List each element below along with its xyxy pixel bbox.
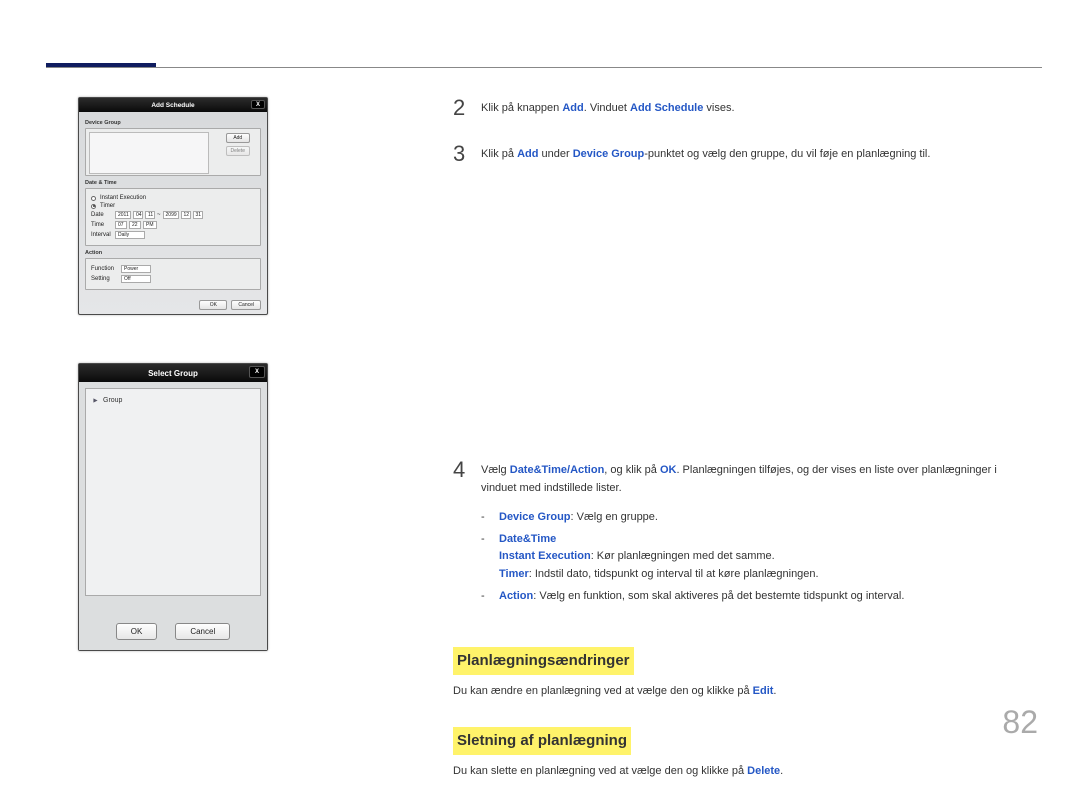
section-changes: Planlægningsændringer Du kan ændre en pl…	[453, 633, 1024, 701]
kw-add: Add	[562, 102, 583, 114]
function-row: Function Power	[91, 265, 255, 273]
device-group-label: Device Group	[85, 120, 261, 126]
close-icon[interactable]: X	[249, 366, 265, 378]
section-delete: Sletning af planlægning Du kan slette en…	[453, 713, 1024, 781]
page-number: 82	[1002, 704, 1038, 741]
datetime-panel: Instant Execution Timer Date 2011 04 11 …	[85, 188, 261, 246]
time-label: Time	[91, 222, 113, 228]
select-group-footer: OK Cancel	[79, 615, 267, 650]
kw-delete: Delete	[747, 765, 780, 777]
changes-text: Du kan ændre en planlægning ved at vælge…	[453, 683, 1024, 701]
select-group-title: Select Group	[148, 369, 198, 378]
step-4: 4 Vælg Date&Time/Action, og klik på OK. …	[453, 459, 1024, 609]
step-body: Klik på Add under Device Group-punktet o…	[481, 143, 1024, 165]
instant-execution-row[interactable]: Instant Execution	[91, 195, 255, 201]
setting-select[interactable]: Off	[121, 275, 151, 283]
device-group-add-button[interactable]: Add	[226, 133, 250, 143]
screenshots-column: Add Schedule X Device Group Add Delete D…	[78, 97, 268, 699]
function-label: Function	[91, 266, 119, 272]
instruction-content: 2 Klik på knappen Add. Vinduet Add Sched…	[453, 97, 1024, 792]
vertical-gap	[453, 189, 1024, 459]
setting-row: Setting Off	[91, 275, 255, 283]
radio-icon	[91, 196, 96, 201]
kw-device-group: Device Group	[573, 148, 645, 160]
kw-add-schedule: Add Schedule	[630, 102, 703, 114]
device-group-panel: Add Delete	[85, 128, 261, 176]
group-item-label: Group	[103, 397, 122, 404]
time-row: Time 07 22 PM	[91, 221, 255, 229]
sub-device-group: - Device Group: Vælg en gruppe.	[481, 509, 1024, 527]
step-4-sublist: - Device Group: Vælg en gruppe. - Date&T…	[481, 509, 1024, 605]
step-number: 2	[453, 97, 469, 119]
step-number: 4	[453, 459, 469, 609]
select-group-dialog: Select Group X Group OK Cancel	[78, 363, 268, 651]
date-label: Date	[91, 212, 113, 218]
step-2: 2 Klik på knappen Add. Vinduet Add Sched…	[453, 97, 1024, 119]
tree-caret-icon	[92, 397, 99, 404]
interval-select[interactable]: Daily	[115, 231, 145, 239]
instant-execution-label: Instant Execution	[100, 195, 146, 201]
date-from-year[interactable]: 2011	[115, 211, 131, 219]
group-tree-item[interactable]: Group	[92, 397, 254, 404]
kw-add: Add	[517, 148, 538, 160]
step-body: Vælg Date&Time/Action, og klik på OK. Pl…	[481, 459, 1024, 609]
action-panel: Function Power Setting Off	[85, 258, 261, 290]
step-3: 3 Klik på Add under Device Group-punktet…	[453, 143, 1024, 165]
cancel-button[interactable]: Cancel	[231, 300, 261, 310]
select-group-titlebar: Select Group X	[79, 364, 267, 382]
select-group-body: Group	[79, 382, 267, 615]
time-hour[interactable]: 07	[115, 221, 127, 229]
add-schedule-titlebar: Add Schedule X	[79, 98, 267, 112]
cancel-button[interactable]: Cancel	[175, 623, 230, 640]
step-number: 3	[453, 143, 469, 165]
time-min[interactable]: 22	[129, 221, 141, 229]
datetime-label: Date & Time	[85, 180, 261, 186]
sub-datetime: - Date&Time Instant Execution: Kør planl…	[481, 531, 1024, 584]
date-row: Date 2011 04 11 ~ 2099 12 31	[91, 211, 255, 219]
time-ampm[interactable]: PM	[143, 221, 157, 229]
device-group-listbox[interactable]	[89, 132, 209, 174]
radio-icon	[91, 204, 96, 209]
setting-label: Setting	[91, 276, 119, 282]
action-label: Action	[85, 250, 261, 256]
step-4-intro: Vælg Date&Time/Action, og klik på OK. Pl…	[481, 462, 1024, 497]
close-icon[interactable]: X	[251, 100, 265, 109]
delete-text: Du kan slette en planlægning ved at vælg…	[453, 763, 1024, 781]
add-schedule-footer: OK Cancel	[79, 296, 267, 314]
date-to-day[interactable]: 31	[193, 211, 203, 219]
kw-datetime-action: Date&Time/Action	[510, 464, 605, 476]
group-list[interactable]: Group	[85, 388, 261, 596]
add-schedule-title: Add Schedule	[151, 102, 194, 109]
sub-action: - Action: Vælg en funktion, som skal akt…	[481, 588, 1024, 606]
step-body: Klik på knappen Add. Vinduet Add Schedul…	[481, 97, 1024, 119]
date-from-month[interactable]: 04	[133, 211, 143, 219]
timer-label: Timer	[100, 203, 115, 209]
kw-edit: Edit	[753, 685, 774, 697]
add-schedule-dialog: Add Schedule X Device Group Add Delete D…	[78, 97, 268, 315]
interval-label: Interval	[91, 232, 113, 238]
delete-heading: Sletning af planlægning	[453, 727, 631, 755]
timer-row[interactable]: Timer	[91, 203, 255, 209]
date-from-day[interactable]: 11	[145, 211, 155, 219]
kw-ok: OK	[660, 464, 677, 476]
date-to-year[interactable]: 2099	[163, 211, 179, 219]
interval-row: Interval Daily	[91, 231, 255, 239]
date-to-month[interactable]: 12	[181, 211, 191, 219]
ok-button[interactable]: OK	[116, 623, 158, 640]
header-rule	[46, 67, 1042, 68]
device-group-delete-button[interactable]: Delete	[226, 146, 250, 156]
changes-heading: Planlægningsændringer	[453, 647, 634, 675]
add-schedule-body: Device Group Add Delete Date & Time Inst…	[79, 112, 267, 296]
function-select[interactable]: Power	[121, 265, 151, 273]
ok-button[interactable]: OK	[199, 300, 227, 310]
